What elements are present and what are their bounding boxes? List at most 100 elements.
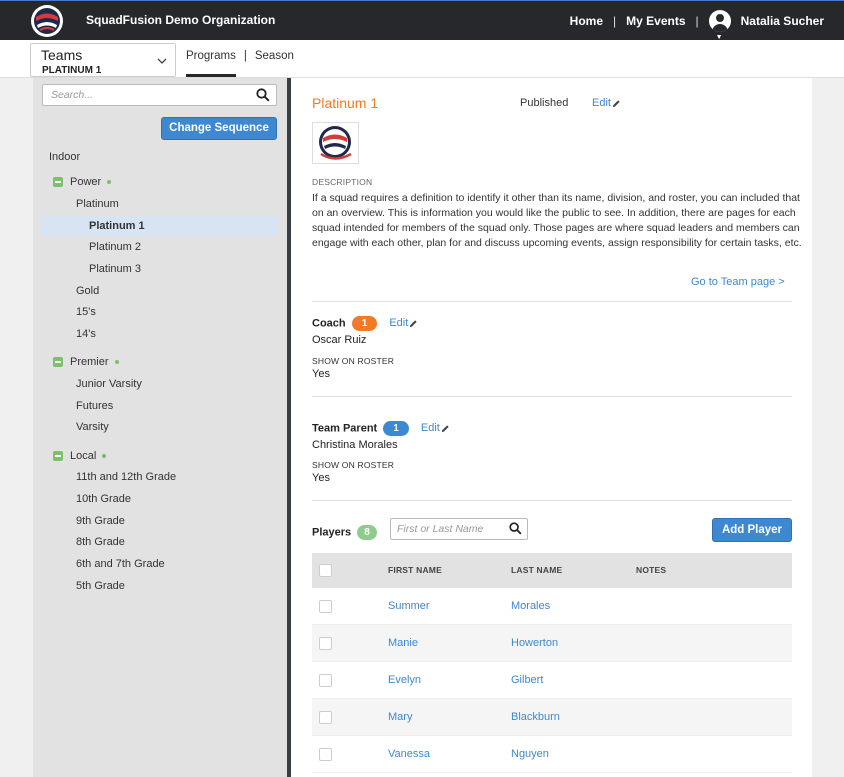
team-edit-link[interactable]: Edit [592,97,621,109]
table-row: Vanessa Nguyen [312,736,792,773]
player-last-name[interactable]: Howerton [511,637,558,649]
tree-item-10th-grade[interactable]: 10th Grade [76,489,131,509]
tree-item-gold[interactable]: Gold [76,281,99,301]
collapse-toggle-icon[interactable] [53,357,63,367]
tree-item-5th-grade[interactable]: 5th Grade [76,576,125,596]
sidebar-search [42,84,277,106]
tab-separator: | [243,50,247,62]
nav-home[interactable]: Home [570,14,603,28]
description-text: If a squad requires a definition to iden… [312,192,802,249]
tree-group-label: Power [70,176,102,188]
user-menu[interactable]: ▼ [708,10,741,41]
edit-label: Edit [420,422,440,435]
tree-item-9th-grade[interactable]: 9th Grade [76,511,125,531]
team-parent-count-badge: 1 [383,421,409,436]
tab-programs[interactable]: Programs [186,50,236,77]
player-last-name[interactable]: Morales [511,600,550,612]
search-icon[interactable] [256,88,270,102]
row-checkbox[interactable] [319,600,332,613]
tree-item-14s[interactable]: 14's [76,324,96,344]
team-select[interactable]: Teams PLATINUM 1 [30,43,176,77]
column-header-last-name[interactable]: LAST NAME [511,565,562,575]
team-parent-edit-link[interactable]: Edit [421,422,450,434]
players-table: FIRST NAME LAST NAME NOTES Summer Morale… [312,553,792,773]
row-checkbox[interactable] [319,674,332,687]
tree-item-futures[interactable]: Futures [76,396,113,416]
player-search-input[interactable] [391,519,506,539]
player-last-name[interactable]: Nguyen [511,748,549,760]
show-on-roster-label: SHOW ON ROSTER [312,356,395,366]
tree-item-6th-7th-grade[interactable]: 6th and 7th Grade [76,554,165,574]
sub-header: Teams PLATINUM 1 Programs | Season [0,40,844,78]
player-first-name[interactable]: Mary [388,711,412,723]
chevron-down-icon [157,58,167,64]
status-dot-icon [114,360,119,365]
tree-item-11th-12th-grade[interactable]: 11th and 12th Grade [76,467,176,487]
tree-group-power[interactable]: Power [70,172,112,192]
tree-item-15s[interactable]: 15's [76,302,96,322]
go-to-team-link[interactable]: Go to Team page > [691,276,785,288]
team-title: Platinum 1 [312,95,379,111]
pencil-icon [410,320,417,328]
player-last-name[interactable]: Blackburn [511,711,560,723]
team-select-value: PLATINUM 1 [42,65,102,76]
player-last-name[interactable]: Gilbert [511,674,543,686]
divider [312,301,792,302]
table-row: Evelyn Gilbert [312,662,792,699]
coach-label: Coach [312,317,346,330]
row-checkbox[interactable] [319,748,332,761]
player-first-name[interactable]: Evelyn [388,674,421,686]
team-detail-panel: Platinum 1 Published Edit DESCRIPTION If… [291,78,812,777]
tree-item-platinum-3[interactable]: Platinum 3 [89,259,141,279]
tree-item-platinum-1[interactable]: Platinum 1 [42,216,277,236]
column-header-first-name[interactable]: FIRST NAME [388,565,442,575]
table-row: Mary Blackburn [312,699,792,736]
avatar-icon[interactable] [708,10,731,32]
players-count-badge: 8 [357,525,377,540]
status-dot-icon [107,180,112,185]
row-checkbox[interactable] [319,711,332,724]
row-checkbox[interactable] [319,637,332,650]
column-header-notes: NOTES [636,565,667,575]
user-name[interactable]: Natalia Sucher [741,14,824,28]
table-row: Manie Howerton [312,625,792,662]
volleyball-logo-icon[interactable] [30,4,64,38]
select-all-checkbox[interactable] [319,564,332,577]
collapse-toggle-icon[interactable] [53,451,63,461]
player-first-name[interactable]: Manie [388,637,418,649]
show-on-roster-label: SHOW ON ROSTER [312,460,395,470]
tree-root-indoor[interactable]: Indoor [49,147,80,167]
organization-name: SquadFusion Demo Organization [86,13,276,27]
pencil-icon [612,99,620,107]
tree-item-varsity[interactable]: Varsity [76,417,109,437]
coach-edit-link[interactable]: Edit [389,317,418,329]
sidebar: Change Sequence Indoor Power Platinum Pl… [33,78,287,777]
status-dot-icon [102,454,107,459]
player-first-name[interactable]: Vanessa [388,748,430,760]
add-player-button[interactable]: Add Player [712,518,792,542]
tree-item-8th-grade[interactable]: 8th Grade [76,532,125,552]
coach-header: Coach 1 Edit [312,316,418,331]
tree-item-junior-varsity[interactable]: Junior Varsity [76,374,142,394]
table-row: Summer Morales [312,588,792,625]
tree-item-platinum[interactable]: Platinum [76,194,119,214]
table-header: FIRST NAME LAST NAME NOTES [312,553,792,588]
search-icon[interactable] [509,522,522,535]
tree-group-premier[interactable]: Premier [70,352,119,372]
collapse-toggle-icon[interactable] [53,177,63,187]
nav-separator: | [613,14,617,28]
tree-group-local[interactable]: Local [70,446,107,466]
description-label: DESCRIPTION [312,177,373,187]
nav-my-events[interactable]: My Events [626,14,685,28]
team-parent-header: Team Parent 1 Edit [312,421,450,436]
volleyball-logo-icon [319,126,352,160]
divider [312,396,792,397]
tree-item-platinum-2[interactable]: Platinum 2 [89,237,141,257]
sidebar-search-input[interactable] [43,85,243,105]
player-first-name[interactable]: Summer [388,600,430,612]
tab-season[interactable]: Season [255,50,294,62]
divider [312,500,792,501]
show-on-roster-value: Yes [312,368,330,380]
show-on-roster-value: Yes [312,472,330,484]
change-sequence-button[interactable]: Change Sequence [161,117,277,140]
